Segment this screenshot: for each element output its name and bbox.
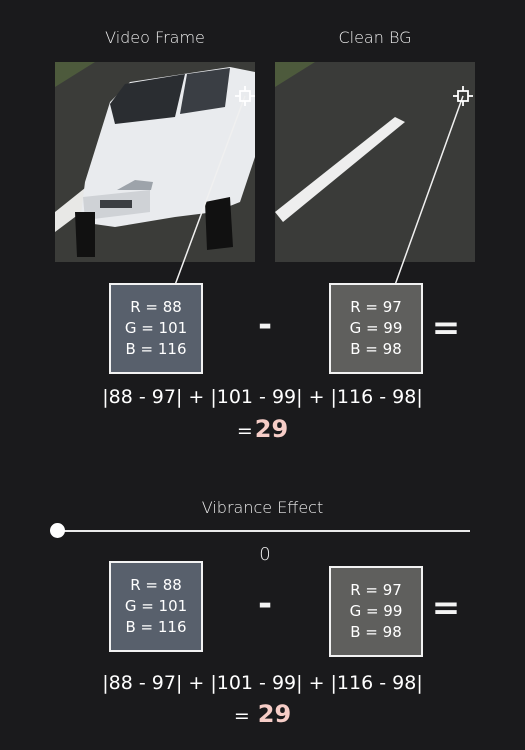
crosshair-icon — [453, 86, 473, 106]
red-value: R = 97 — [350, 581, 402, 599]
difference-formula: |88 - 97| + |101 - 99| + |116 - 98| — [102, 672, 423, 694]
green-value: G = 101 — [124, 597, 188, 615]
vibrance-slider-track[interactable] — [57, 530, 470, 532]
green-value: G = 101 — [124, 319, 188, 337]
difference-result-row: = 29 — [0, 700, 525, 728]
blue-value: B = 116 — [125, 618, 187, 636]
connector-lines — [174, 95, 464, 286]
equals-operator: = — [431, 308, 461, 348]
result-equals: = — [236, 420, 253, 442]
red-value: R = 88 — [130, 298, 182, 316]
vibrance-slider-handle[interactable] — [50, 523, 65, 538]
difference-formula: |88 - 97| + |101 - 99| + |116 - 98| — [102, 386, 423, 408]
minus-operator: - — [257, 584, 273, 624]
bg-pixel-box: R = 97 G = 99 B = 98 — [329, 283, 423, 374]
equals-operator: = — [431, 588, 461, 628]
vibrance-effect-label: Vibrance Effect — [201, 498, 324, 517]
red-value: R = 88 — [130, 576, 182, 594]
difference-result: 29 — [254, 415, 289, 443]
red-value: R = 97 — [350, 298, 402, 316]
difference-result: 29 — [257, 700, 292, 728]
blue-value: B = 116 — [125, 340, 187, 358]
minus-operator: - — [257, 305, 273, 345]
blue-value: B = 98 — [350, 623, 402, 641]
result-equals: = — [233, 705, 250, 727]
crosshair-icon — [235, 86, 255, 106]
vibrance-value: 0 — [259, 544, 271, 565]
video-pixel-box: R = 88 G = 101 B = 116 — [109, 561, 203, 652]
difference-result-row: =29 — [0, 415, 525, 443]
green-value: G = 99 — [349, 602, 403, 620]
bg-pixel-box: R = 97 G = 99 B = 98 — [329, 566, 423, 657]
green-value: G = 99 — [349, 319, 403, 337]
video-pixel-box: R = 88 G = 101 B = 116 — [109, 283, 203, 374]
blue-value: B = 98 — [350, 340, 402, 358]
